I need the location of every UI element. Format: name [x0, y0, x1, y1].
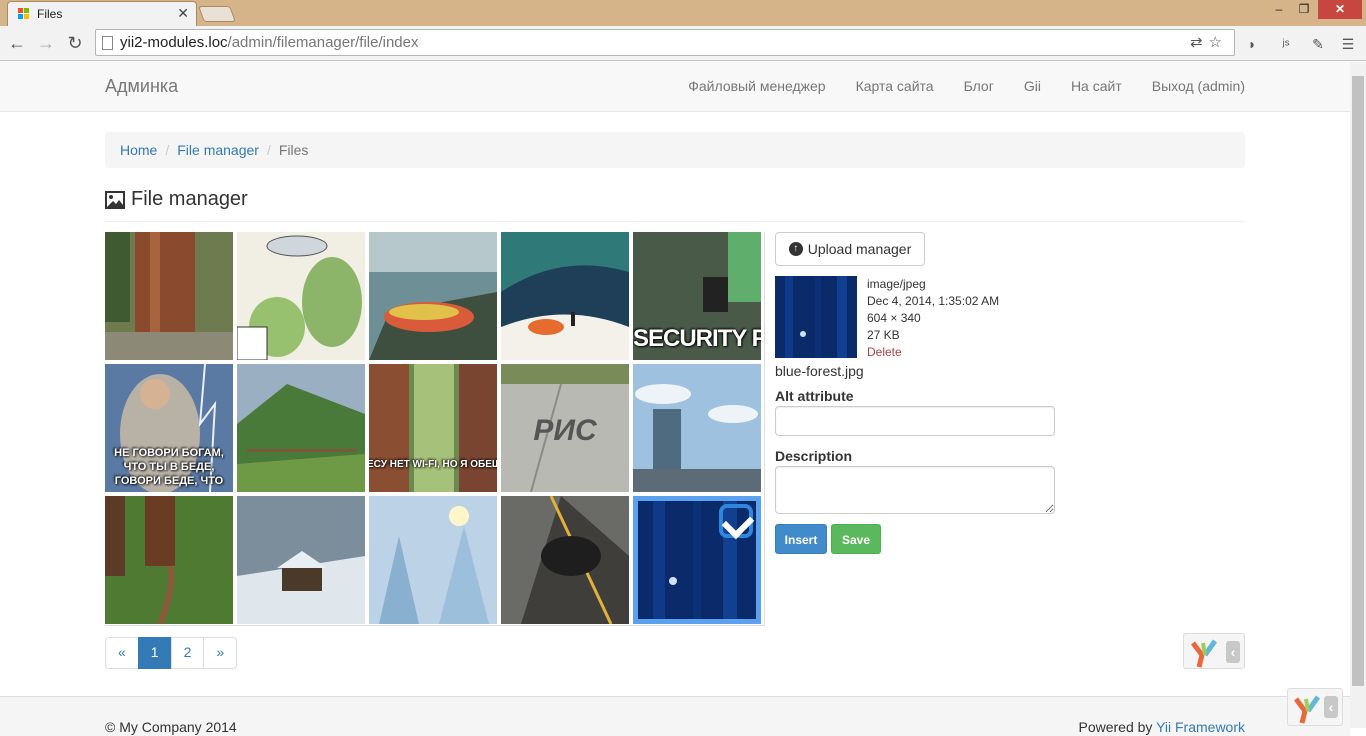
thumbnail-un-building[interactable]: [633, 364, 761, 492]
tab-title: Files: [37, 7, 63, 21]
navbar: Админка Файловый менеджер Карта сайта Бл…: [0, 62, 1350, 112]
nav-item-site[interactable]: На сайт: [1071, 78, 1122, 94]
breadcrumb: Home / File manager / Files: [105, 132, 1245, 168]
js-extension-icon[interactable]: ʲˢ: [1276, 34, 1296, 54]
reload-icon[interactable]: ↻: [64, 32, 86, 54]
breadcrumb-current: Files: [278, 142, 309, 158]
file-name: blue-forest.jpg: [775, 363, 864, 379]
thumbnail-caption: ЕСУ НЕТ WI-FI, НО Я ОБЕЩА ВЫ НАЙДЕТЕ СВЯ…: [369, 459, 497, 470]
description-textarea[interactable]: [775, 466, 1055, 514]
thumbnail-winter-house[interactable]: [237, 496, 365, 624]
delete-link[interactable]: Delete: [867, 344, 999, 361]
page-title-text: File manager: [131, 188, 248, 210]
upload-manager-button[interactable]: ↑ Upload manager: [775, 232, 925, 266]
file-date: Dec 4, 2014, 1:35:02 AM: [867, 294, 1000, 308]
thumbnail-ice-city[interactable]: [369, 496, 497, 624]
footer-copyright: © My Company 2014: [105, 719, 237, 735]
upload-arrow-icon: ↑: [788, 242, 803, 256]
vertical-scrollbar[interactable]: [1350, 62, 1366, 728]
scrollbar-thumb[interactable]: [1352, 76, 1364, 686]
alt-attribute-label: Alt attribute: [775, 388, 854, 404]
url-text: yii2-modules.loc/admin/filemanager/file/…: [120, 34, 419, 51]
eyedropper-icon[interactable]: ✎: [1308, 34, 1328, 54]
back-arrow-icon[interactable]: ←: [6, 32, 28, 54]
checkbox-checked-icon: [719, 504, 753, 538]
thumbnail-grid: SECURITY FAI НЕ ГОВОРИ БОГАМ, ЧТО ТЫ В Б…: [105, 232, 765, 626]
divider: [105, 221, 1245, 222]
navbar-menu: Файловый менеджер Карта сайта Блог Gii Н…: [688, 78, 1245, 94]
upload-manager-label: Upload manager: [807, 241, 912, 257]
thumbnail-valley[interactable]: [237, 364, 365, 492]
insert-button[interactable]: Insert: [775, 524, 827, 554]
browser-titlebar: Files ✕ ‒ ❐ ✕: [0, 0, 1366, 26]
nav-item-filemanager[interactable]: Файловый менеджер: [688, 78, 825, 94]
yii-logo-icon: [1191, 639, 1218, 668]
translate-star-icons[interactable]: ⇄☆: [1190, 33, 1228, 51]
description-label: Description: [775, 448, 853, 464]
footer-powered-by: Powered by Yii Framework: [1078, 719, 1245, 735]
navbar-brand[interactable]: Админка: [105, 76, 178, 97]
menu-icon[interactable]: ☰: [1338, 34, 1358, 54]
yii-logo-icon: [1294, 695, 1321, 724]
yii-debug-toolbar-toggle[interactable]: ‹: [1183, 633, 1245, 669]
close-window-icon[interactable]: ✕: [1318, 0, 1362, 19]
address-bar[interactable]: yii2-modules.loc/admin/filemanager/file/…: [95, 29, 1235, 56]
chevron-left-icon: ‹: [1324, 696, 1338, 718]
nav-item-blog[interactable]: Блог: [964, 78, 994, 94]
file-dimensions: 604 × 340: [867, 311, 921, 325]
thumbnail-caption: SECURITY FAI: [633, 325, 761, 352]
thumbnail-odin[interactable]: НЕ ГОВОРИ БОГАМ, ЧТО ТЫ В БЕДЕ, ГОВОРИ Б…: [105, 364, 233, 492]
browser-tab[interactable]: Files ✕: [7, 1, 197, 26]
file-meta: image/jpeg Dec 4, 2014, 1:35:02 AM 604 ×…: [867, 276, 999, 361]
breadcrumb-section[interactable]: File manager: [177, 142, 259, 158]
thumbnail-forest-path[interactable]: [105, 496, 233, 624]
pagination-page-1[interactable]: 1: [137, 637, 172, 669]
minimize-icon[interactable]: ‒: [1268, 0, 1290, 19]
thumbnail-boat[interactable]: [369, 232, 497, 360]
thumbnail-caption: НЕ ГОВОРИ БОГАМ, ЧТО ТЫ В БЕДЕ, ГОВОРИ Б…: [114, 447, 224, 487]
favicon-icon: [18, 8, 30, 20]
nav-item-gii[interactable]: Gii: [1024, 78, 1041, 94]
chevron-left-icon: ‹: [1226, 641, 1240, 663]
maximize-icon[interactable]: ❐: [1292, 0, 1316, 19]
page-title: File manager: [105, 188, 248, 211]
nav-item-sitemap[interactable]: Карта сайта: [856, 78, 934, 94]
pocket-icon[interactable]: ◗: [1242, 34, 1262, 54]
pagination-next[interactable]: »: [203, 637, 238, 669]
selected-file-preview: [775, 276, 857, 358]
nav-item-logout[interactable]: Выход (admin): [1152, 78, 1245, 94]
file-mime: image/jpeg: [867, 277, 926, 291]
thumbnail-asphalt[interactable]: РИС: [501, 364, 629, 492]
page: Админка Файловый менеджер Карта сайта Бл…: [0, 62, 1350, 736]
breadcrumb-separator: /: [165, 142, 170, 158]
footer: © My Company 2014 Powered by Yii Framewo…: [0, 696, 1350, 736]
thumbnail-caption: РИС: [533, 414, 597, 447]
pagination-page-2[interactable]: 2: [170, 637, 205, 669]
yii-debug-toolbar-corner[interactable]: ‹: [1287, 688, 1343, 726]
new-tab-button[interactable]: [198, 6, 236, 22]
thumbnail-blue-forest-selected[interactable]: [633, 496, 761, 624]
browser-toolbar: ← → ↻ yii2-modules.loc/admin/filemanager…: [0, 26, 1366, 61]
thumbnail-aurora[interactable]: [501, 232, 629, 360]
thumbnail-security-fail[interactable]: SECURITY FAI: [633, 232, 761, 360]
pagination: « 1 2 »: [105, 637, 238, 669]
save-button[interactable]: Save: [831, 524, 881, 554]
picture-icon: [105, 190, 125, 209]
forward-arrow-icon[interactable]: →: [35, 32, 57, 54]
breadcrumb-home[interactable]: Home: [120, 142, 157, 158]
alt-attribute-input[interactable]: [775, 406, 1055, 436]
pagination-prev[interactable]: «: [105, 637, 139, 669]
close-tab-icon[interactable]: ✕: [177, 5, 189, 22]
breadcrumb-separator: /: [266, 142, 271, 158]
thumbnail-comic[interactable]: [237, 232, 365, 360]
page-icon: [102, 36, 113, 50]
thumbnail-forest-wifi[interactable]: ЕСУ НЕТ WI-FI, НО Я ОБЕЩА ВЫ НАЙДЕТЕ СВЯ…: [369, 364, 497, 492]
file-size: 27 KB: [867, 328, 900, 342]
yii-framework-link[interactable]: Yii Framework: [1156, 719, 1245, 735]
thumbnail-redwood[interactable]: [105, 232, 233, 360]
thumbnail-motorcycle[interactable]: [501, 496, 629, 624]
